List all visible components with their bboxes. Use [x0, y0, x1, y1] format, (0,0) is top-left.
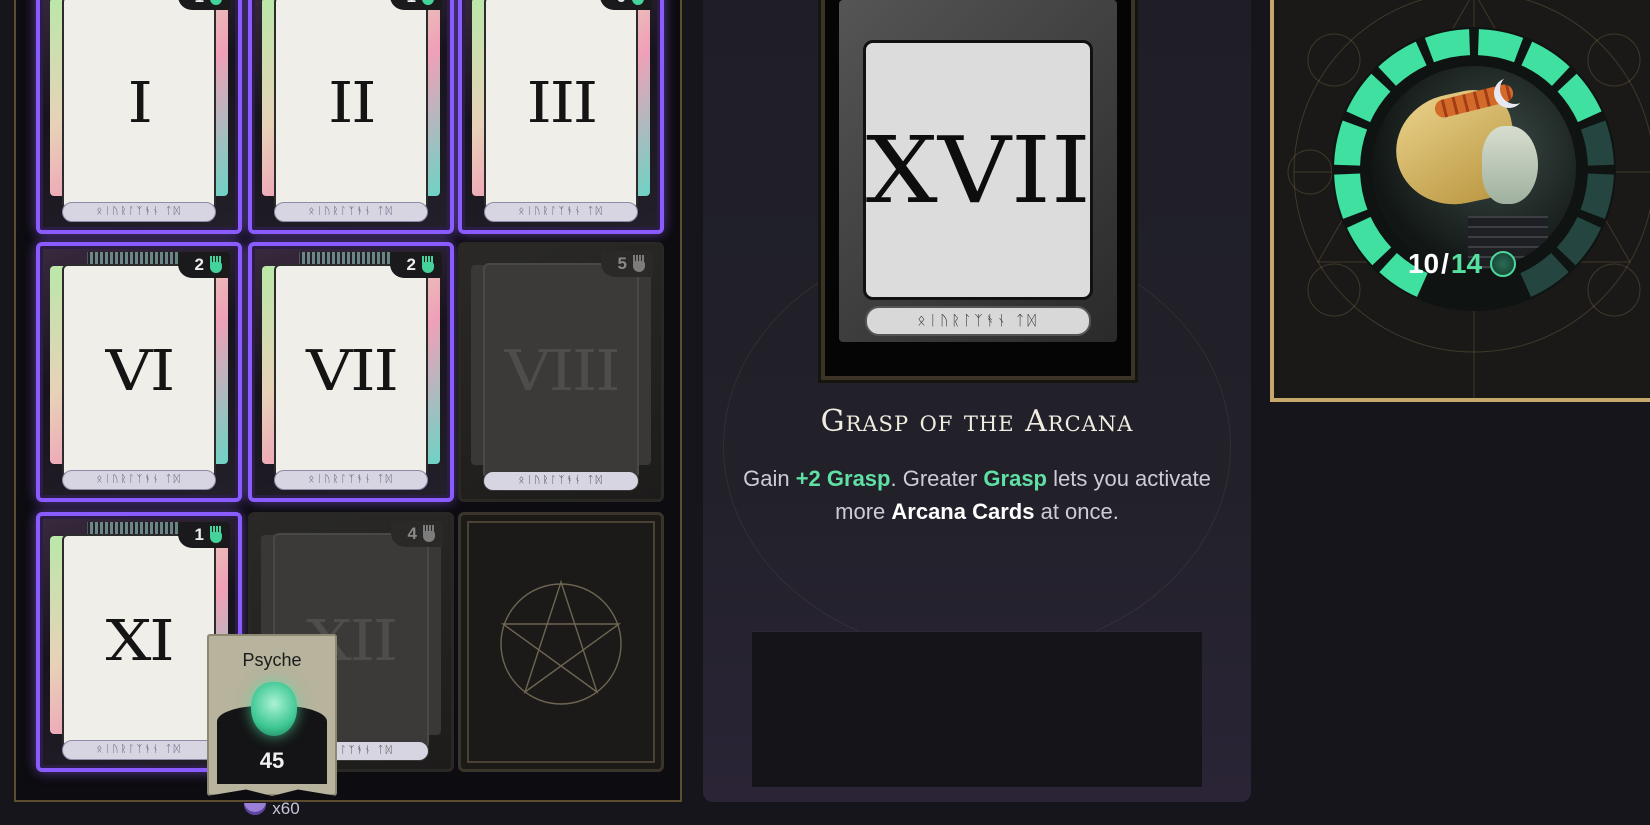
arcana-card-iii[interactable]: III ᛟᛁᚢᚱᛚᛉᚬᚾ ᛏᛞ 0 — [458, 0, 664, 234]
card-sigil: ᛟᛁᚢᚱᛚᛉᚬᚾ ᛏᛞ — [62, 740, 216, 760]
card-face: VII — [274, 264, 428, 478]
selected-card-numeral: XVII — [865, 116, 1091, 224]
card-cost-value: 2 — [194, 255, 204, 274]
crescent-moon-icon — [1500, 74, 1530, 104]
portrait-face — [1482, 126, 1538, 204]
card-sigil: ᛟᛁᚢᚱᛚᛉᚬᚾ ᛏᛞ — [484, 202, 638, 222]
grasp-hand-icon — [208, 526, 224, 544]
psyche-icon — [251, 682, 297, 736]
card-numeral: XI — [105, 608, 175, 674]
desc-cards: Arcana Cards — [891, 499, 1035, 524]
desc-mid: . Greater — [890, 466, 984, 491]
card-numeral: VI — [105, 338, 175, 404]
card-face: VI — [62, 264, 216, 478]
selected-card: XVII ᛟᛁᚢᚱᛚᛉᚬᚾ ᛏᛞ — [821, 0, 1135, 380]
card-detail-panel: XVII ᛟᛁᚢᚱᛚᛉᚬᚾ ᛏᛞ Grasp of the Arcana Gai… — [703, 0, 1251, 802]
card-cost-value: 0 — [617, 0, 626, 7]
grasp-portrait-panel: 10 / 14 — [1270, 0, 1650, 402]
card-sigil: ᛟᛁᚢᚱᛚᛉᚬᚾ ᛏᛞ — [62, 470, 216, 490]
grasp-readout: 10 / 14 — [1274, 248, 1650, 280]
card-cost-badge: 2 — [178, 252, 230, 278]
arcana-card-i[interactable]: I ᛟᛁᚢᚱᛚᛉᚬᚾ ᛏᛞ 1 — [36, 0, 242, 234]
card-cost-badge: 5 — [601, 251, 653, 277]
card-face: VIII — [483, 263, 639, 479]
character-portrait — [1372, 66, 1576, 270]
card-cost-value: 1 — [195, 0, 204, 7]
card-face: III — [484, 0, 638, 210]
psyche-value: 45 — [259, 748, 285, 773]
card-cost-value: 1 — [194, 525, 204, 544]
card-title: Grasp of the Arcana — [820, 404, 1134, 439]
selected-card-face: XVII — [863, 40, 1093, 300]
grasp-hand-icon — [631, 255, 647, 273]
card-numeral: I — [127, 70, 152, 136]
grasp-hand-icon — [630, 0, 646, 6]
card-cost-badge: 0 — [600, 0, 652, 10]
grasp-max: 14 — [1450, 248, 1483, 279]
cost-value: x60 — [272, 799, 300, 818]
card-sigil: ᛟᛁᚢᚱᛚᛉᚬᚾ ᛏᛞ — [483, 471, 639, 491]
desc-end: at once. — [1034, 499, 1119, 524]
card-numeral: II — [327, 70, 377, 136]
card-numeral: III — [526, 70, 598, 136]
selected-card-sigil: ᛟᛁᚢᚱᛚᛉᚬᚾ ᛏᛞ — [865, 306, 1091, 336]
card-numeral: VII — [305, 338, 399, 404]
card-sigil: ᛟᛁᚢᚱᛚᛉᚬᚾ ᛏᛞ — [274, 470, 428, 490]
card-cost-value: 4 — [407, 524, 417, 543]
grasp-hand-icon — [420, 256, 436, 274]
desc-amount: +2 Grasp — [795, 466, 891, 491]
card-cost-badge: 4 — [391, 521, 443, 547]
card-cost-badge: 2 — [390, 252, 442, 278]
arcana-card-vii[interactable]: VII ᛟᛁᚢᚱᛚᛉᚬᚾ ᛏᛞ 2 — [248, 242, 454, 502]
upgrade-cost: x60 — [207, 796, 337, 822]
card-cost-badge: 1 — [390, 0, 442, 10]
desc-gain: Gain — [743, 466, 796, 491]
desc-grasp: Grasp — [983, 466, 1047, 491]
psyche-reward-card[interactable]: Psyche 45 — [207, 634, 337, 796]
card-cost-badge: 1 — [178, 522, 230, 548]
card-description: Gain +2 Grasp. Greater Grasp lets you ac… — [733, 462, 1221, 528]
psyche-label: Psyche — [242, 650, 302, 670]
locked-card-slot[interactable] — [458, 512, 664, 772]
grasp-hand-icon — [420, 0, 436, 6]
pentagram-icon — [500, 579, 622, 705]
reward-strip — [752, 631, 1202, 787]
arcana-card-vi[interactable]: VI ᛟᛁᚢᚱᛚᛉᚬᚾ ᛏᛞ 2 — [36, 242, 242, 502]
card-face: II — [274, 0, 428, 210]
grasp-hand-icon — [208, 256, 224, 274]
arcana-card-viii[interactable]: VIII ᛟᛁᚢᚱᛚᛉᚬᚾ ᛏᛞ 5 — [458, 242, 664, 502]
card-face: XI — [62, 534, 216, 748]
arcana-card-grid: I ᛟᛁᚢᚱᛚᛉᚬᚾ ᛏᛞ 1 II ᛟᛁᚢᚱᛚᛉᚬᚾ ᛏᛞ 1 III ᛟᛁᚢᚱᛚᛉᚬᚾ ᛏ… — [14, 0, 682, 802]
grasp-separator: / — [1441, 248, 1449, 279]
grasp-hand-icon — [1490, 251, 1517, 277]
card-sigil: ᛟᛁᚢᚱᛚᛉᚬᚾ ᛏᛞ — [274, 202, 428, 222]
card-cost-value: 1 — [407, 0, 416, 7]
card-numeral: VIII — [504, 338, 620, 404]
card-cost-badge: 1 — [178, 0, 230, 10]
card-face: I — [62, 0, 216, 210]
card-cost-value: 2 — [406, 255, 416, 274]
grasp-current: 10 — [1407, 248, 1440, 279]
grasp-hand-icon — [208, 0, 224, 6]
ash-icon — [244, 803, 267, 815]
card-sigil: ᛟᛁᚢᚱᛚᛉᚬᚾ ᛏᛞ — [62, 202, 216, 222]
arcana-card-ii[interactable]: II ᛟᛁᚢᚱᛚᛉᚬᚾ ᛏᛞ 1 — [248, 0, 454, 234]
card-cost-value: 5 — [617, 254, 627, 273]
grasp-hand-icon — [421, 525, 437, 543]
